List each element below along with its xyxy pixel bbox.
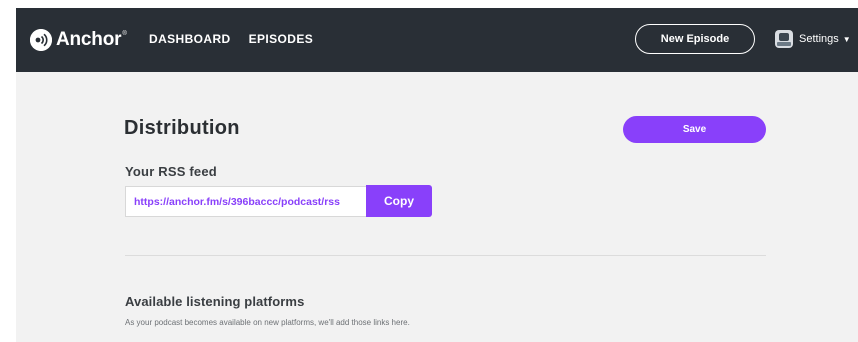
platforms-heading: Available listening platforms [125, 294, 305, 309]
nav-episodes[interactable]: EPISODES [249, 32, 314, 46]
settings-label: Settings [799, 33, 839, 45]
page-title: Distribution [124, 117, 240, 139]
anchor-logo[interactable]: Anchor® [30, 27, 127, 53]
top-navigation-bar: Anchor® DASHBOARD EPISODES New Episode S… [16, 8, 858, 72]
copy-button[interactable]: Copy [366, 185, 432, 217]
rss-feed-label: Your RSS feed [125, 164, 217, 179]
main-nav: DASHBOARD EPISODES [149, 32, 313, 46]
save-button[interactable]: Save [623, 116, 766, 143]
app-frame: Anchor® DASHBOARD EPISODES New Episode S… [16, 8, 858, 342]
anchor-logo-icon [30, 29, 52, 51]
avatar-icon [775, 30, 793, 48]
platforms-description: As your podcast becomes available on new… [125, 318, 410, 327]
settings-menu[interactable]: Settings ▼ [775, 29, 851, 49]
anchor-logo-text: Anchor® [56, 29, 127, 50]
section-divider [125, 255, 766, 256]
chevron-down-icon: ▼ [842, 34, 851, 44]
nav-dashboard[interactable]: DASHBOARD [149, 32, 231, 46]
new-episode-button[interactable]: New Episode [635, 24, 755, 54]
rss-feed-url-field[interactable]: https://anchor.fm/s/396baccc/podcast/rss [125, 186, 366, 217]
